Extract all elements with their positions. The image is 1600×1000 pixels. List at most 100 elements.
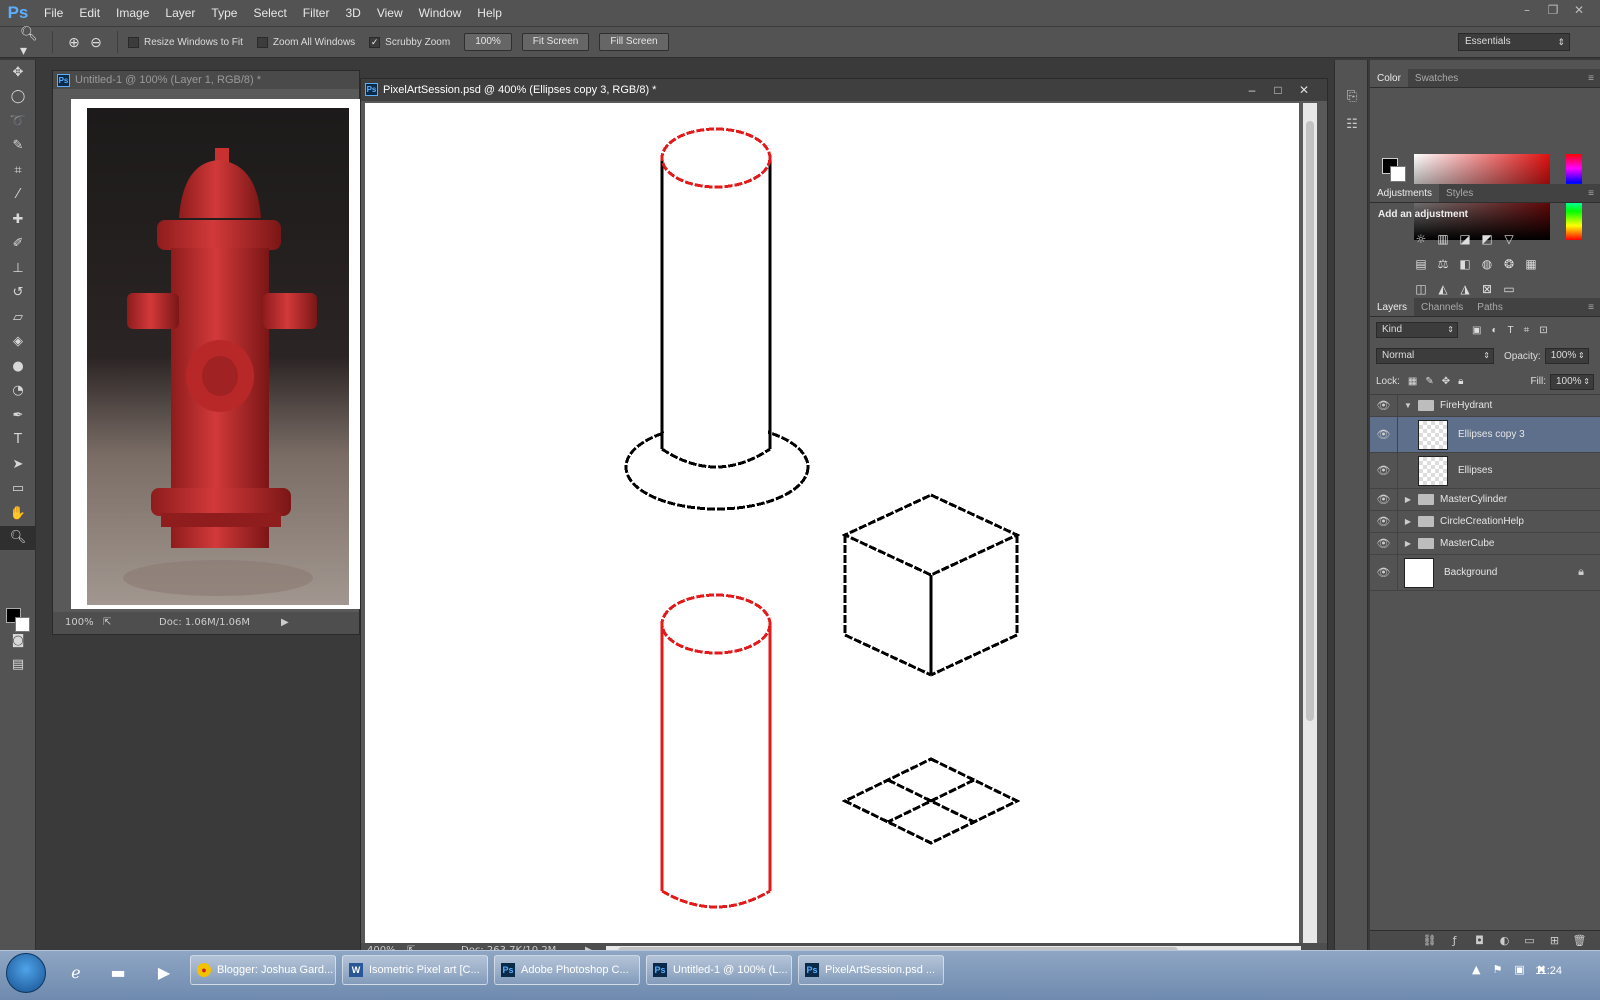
menu-image[interactable]: Image <box>108 0 157 26</box>
menu-filter[interactable]: Filter <box>295 0 338 26</box>
eyedropper-tool-icon[interactable]: ⁄ <box>0 183 36 208</box>
menu-view[interactable]: View <box>369 0 411 26</box>
layer-row-ellipses-copy-3[interactable]: 👁︎ Ellipses copy 3 <box>1370 417 1600 453</box>
checkbox-box[interactable] <box>256 36 268 48</box>
pixel-art-canvas[interactable] <box>365 103 1299 945</box>
panel-menu-icon[interactable]: ≡ <box>1588 184 1600 202</box>
screen-mode-icon[interactable]: ▤ <box>0 652 36 677</box>
checkbox-box[interactable] <box>128 36 139 48</box>
flag-icon[interactable]: ⚑ <box>1493 963 1503 976</box>
add-mask-icon[interactable]: ◘ <box>1467 934 1492 947</box>
tab-styles[interactable]: Styles <box>1439 184 1480 202</box>
tab-adjustments[interactable]: Adjustments <box>1370 184 1440 202</box>
tab-layers[interactable]: Layers <box>1370 298 1415 316</box>
threshold-icon[interactable]: ◮ <box>1454 282 1476 296</box>
zoom-in-icon[interactable]: ⊕ <box>63 32 85 52</box>
background-color-chip[interactable] <box>1390 166 1406 182</box>
zoom-level[interactable]: 100% <box>65 612 94 634</box>
healing-brush-tool-icon[interactable]: ✚ <box>0 207 36 232</box>
layer-row-firehydrant[interactable]: 👁︎ ▼ FireHydrant <box>1370 395 1600 417</box>
visibility-eye-icon[interactable]: 👁︎ <box>1370 453 1398 488</box>
resize-windows-checkbox[interactable]: Resize Windows to Fit <box>128 36 243 48</box>
scrollbar-thumb[interactable] <box>1306 121 1314 721</box>
color-balance-icon[interactable]: ⚖ <box>1432 257 1454 271</box>
posterize-icon[interactable]: ◭ <box>1432 282 1454 296</box>
color-lookup-icon[interactable]: ▦ <box>1520 257 1542 271</box>
paint-bucket-tool-icon[interactable]: ◈ <box>0 330 36 355</box>
vibrance-icon[interactable]: ▤ <box>1410 257 1432 271</box>
menu-file[interactable]: File <box>36 0 71 26</box>
close-button[interactable]: ✕ <box>1566 0 1592 20</box>
menu-3d[interactable]: 3D <box>337 0 368 26</box>
expand-triangle-icon[interactable]: ▼ <box>1402 401 1414 410</box>
lasso-tool-icon[interactable]: ➰ <box>0 109 36 134</box>
menu-layer[interactable]: Layer <box>157 0 203 26</box>
kind-filter-select[interactable]: Kind <box>1376 322 1458 338</box>
crop-tool-icon[interactable]: ⌗ <box>0 158 36 183</box>
display-icon[interactable]: ▣ <box>1514 963 1524 976</box>
document-close-button[interactable]: ✕ <box>1291 79 1317 101</box>
minimize-button[interactable]: – <box>1514 0 1540 20</box>
black-white-icon[interactable]: ◧ <box>1454 257 1476 271</box>
document-maximize-button[interactable]: □ <box>1265 79 1291 101</box>
selective-color-icon[interactable]: ⊠ <box>1476 282 1498 296</box>
vertical-scrollbar[interactable] <box>1303 103 1317 945</box>
fit-screen-button[interactable]: Fit Screen <box>521 33 590 51</box>
expand-triangle-icon[interactable]: ▶ <box>1402 517 1414 526</box>
status-menu-arrow-icon[interactable]: ▶ <box>281 612 289 634</box>
dodge-tool-icon[interactable]: ◔ <box>0 379 36 404</box>
fill-input[interactable]: 100% <box>1550 373 1594 390</box>
zoom-out-icon[interactable]: ⊖ <box>85 32 107 52</box>
restore-button[interactable]: ❐ <box>1540 0 1566 20</box>
layer-filter-icons[interactable]: ▣◐T⌗⊡ <box>1472 325 1558 336</box>
marquee-tool-icon[interactable]: ◯ <box>0 85 36 110</box>
task-untitled-1[interactable]: Ps Untitled-1 @ 100% (L... <box>646 955 792 985</box>
panel-menu-icon[interactable]: ≡ <box>1588 298 1600 316</box>
layer-row-circlecreationhelp[interactable]: 👁︎ ▶ CircleCreationHelp <box>1370 511 1600 533</box>
eraser-tool-icon[interactable]: ▱ <box>0 305 36 330</box>
visibility-eye-icon[interactable]: 👁︎ <box>1370 395 1398 416</box>
new-group-icon[interactable]: ▭ <box>1517 934 1542 947</box>
new-adjustment-icon[interactable]: ◐ <box>1492 934 1517 947</box>
visibility-eye-icon[interactable]: 👁︎ <box>1370 417 1398 452</box>
document-canvas[interactable] <box>71 99 361 609</box>
tab-paths[interactable]: Paths <box>1470 298 1510 316</box>
opacity-input[interactable]: 100% <box>1544 348 1589 364</box>
move-tool-icon[interactable]: ✥ <box>0 60 36 85</box>
rectangle-tool-icon[interactable]: ▭ <box>0 477 36 502</box>
gradient-triangle-icon[interactable]: ▽ <box>1498 232 1520 246</box>
layer-row-ellipses[interactable]: 👁︎ Ellipses <box>1370 453 1600 489</box>
menu-type[interactable]: Type <box>203 0 245 26</box>
new-layer-icon[interactable]: ⊞ <box>1542 934 1567 947</box>
layer-row-mastercube[interactable]: 👁︎ ▶ MasterCube <box>1370 533 1600 555</box>
tray-expand-icon[interactable]: ▲ <box>1472 963 1480 976</box>
delete-layer-icon[interactable]: 🗑︎ <box>1567 934 1592 947</box>
file-explorer-icon[interactable]: ▬ <box>104 959 132 987</box>
brush-tool-icon[interactable]: ✐ <box>0 232 36 257</box>
document-minimize-button[interactable]: – <box>1239 79 1265 101</box>
visibility-eye-icon[interactable]: 👁︎ <box>1370 555 1398 590</box>
checkbox-box[interactable]: ✓ <box>369 36 381 48</box>
fill-screen-button[interactable]: Fill Screen <box>599 33 669 51</box>
tab-channels[interactable]: Channels <box>1414 298 1470 316</box>
path-selection-tool-icon[interactable]: ➤ <box>0 452 36 477</box>
media-player-icon[interactable]: ▶ <box>150 959 178 987</box>
workspace-select[interactable]: Essentials <box>1458 33 1570 51</box>
layer-row-background[interactable]: 👁︎ Background 🔒︎ <box>1370 555 1600 591</box>
share-icon[interactable]: ⇱ <box>103 612 111 634</box>
document-tab[interactable]: Ps Untitled-1 @ 100% (Layer 1, RGB/8) * <box>53 71 359 89</box>
photo-filter-icon[interactable]: ◍ <box>1476 257 1498 271</box>
task-pixelartsession[interactable]: Ps PixelArtSession.psd ... <box>798 955 944 985</box>
start-button[interactable] <box>6 953 46 993</box>
quick-select-tool-icon[interactable]: ✎ <box>0 134 36 159</box>
layer-row-mastercylinder[interactable]: 👁︎ ▶ MasterCylinder <box>1370 489 1600 511</box>
visibility-eye-icon[interactable]: 👁︎ <box>1370 489 1398 510</box>
exposure-icon[interactable]: ◩ <box>1476 232 1498 246</box>
quick-mask-icon[interactable]: ◙ <box>0 628 36 653</box>
document-window-untitled[interactable]: Ps Untitled-1 @ 100% (Layer 1, RGB/8) * <box>52 70 361 635</box>
zoom-100-button[interactable]: 100% <box>464 33 512 51</box>
internet-explorer-icon[interactable]: ℯ <box>62 959 90 987</box>
menu-window[interactable]: Window <box>411 0 470 26</box>
expand-triangle-icon[interactable]: ▶ <box>1402 539 1414 548</box>
zoom-all-windows-checkbox[interactable]: Zoom All Windows <box>256 36 355 48</box>
